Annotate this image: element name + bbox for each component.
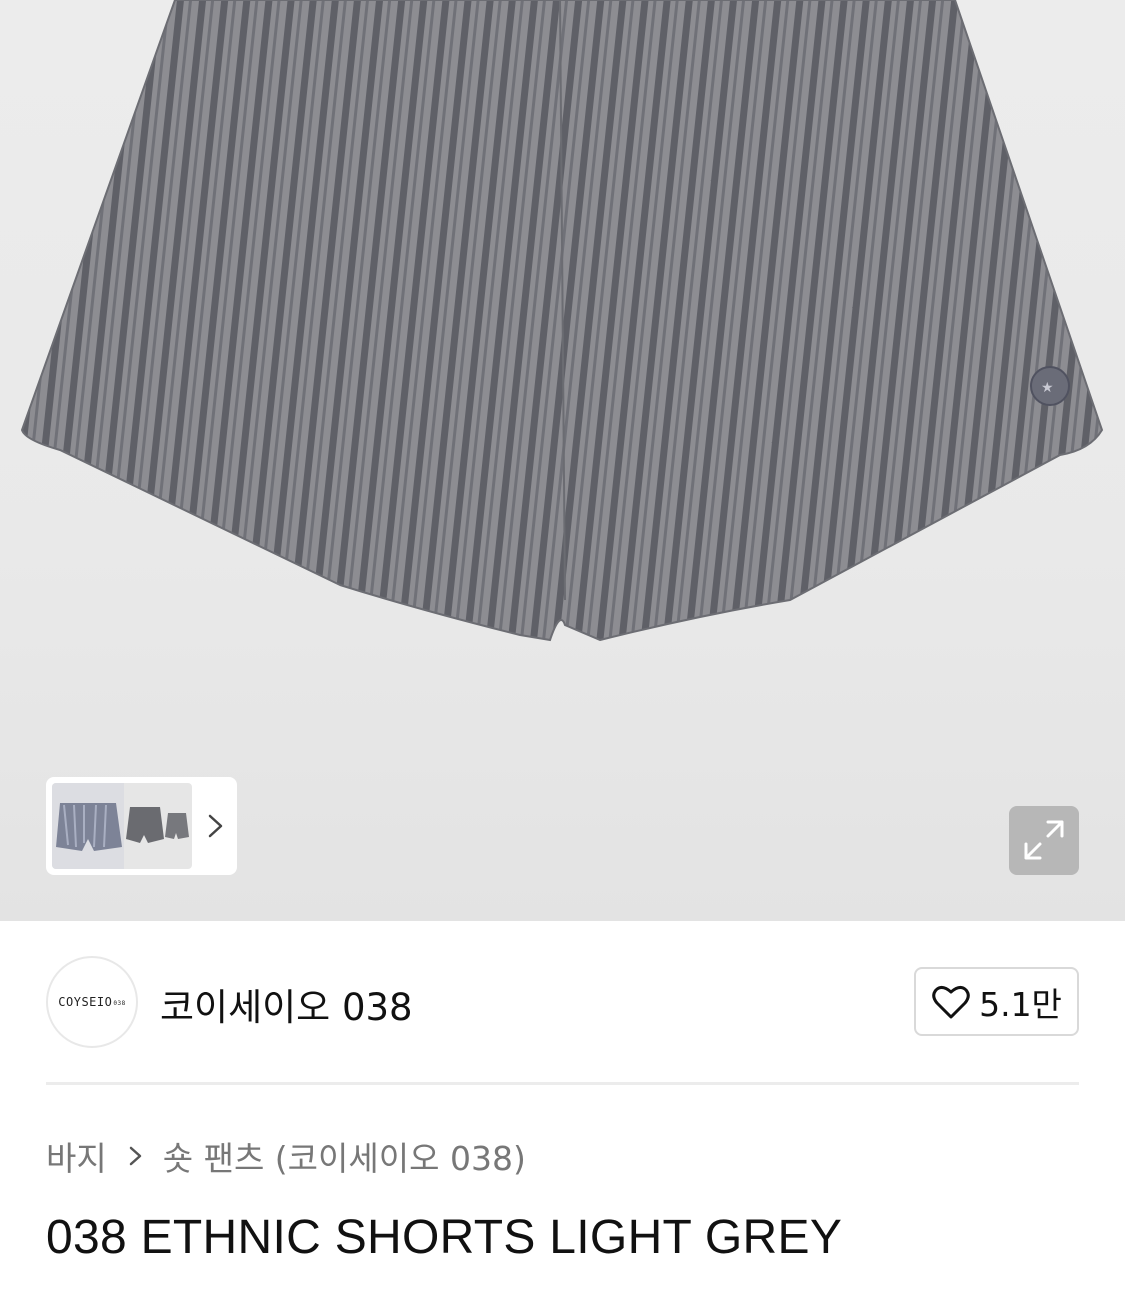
- thumbnail-images[interactable]: [52, 783, 192, 869]
- svg-text:★: ★: [1041, 380, 1054, 396]
- breadcrumb-category[interactable]: 바지: [46, 1132, 107, 1180]
- brand-logo-subtext: 038: [113, 1000, 126, 1007]
- like-count: 5.1만: [979, 984, 1062, 1024]
- product-title: 038 ETHNIC SHORTS LIGHT GREY: [46, 1211, 843, 1264]
- breadcrumb: 바지 숏 팬츠 (코이세이오 038): [46, 1133, 526, 1179]
- expand-image-button[interactable]: [1009, 806, 1079, 875]
- heart-outline-icon: [932, 985, 970, 1018]
- breadcrumb-subcategory[interactable]: 숏 팬츠 (코이세이오 038): [163, 1132, 526, 1180]
- product-image-area[interactable]: ★: [0, 0, 1125, 921]
- brand-logo-text: COYSEIO: [58, 995, 113, 1009]
- chevron-right-icon[interactable]: [204, 810, 228, 842]
- chevron-right-icon: [129, 1146, 141, 1166]
- brand-logo[interactable]: COYSEIO 038: [46, 956, 138, 1048]
- like-button[interactable]: 5.1만: [914, 967, 1079, 1036]
- brand-row: COYSEIO 038 코이세이오 038 5.1만: [0, 921, 1125, 1084]
- brand-name[interactable]: 코이세이오 038: [160, 977, 413, 1031]
- section-divider: [46, 1082, 1079, 1085]
- thumbnail-strip[interactable]: [46, 777, 237, 875]
- expand-arrows-icon: [1024, 820, 1064, 860]
